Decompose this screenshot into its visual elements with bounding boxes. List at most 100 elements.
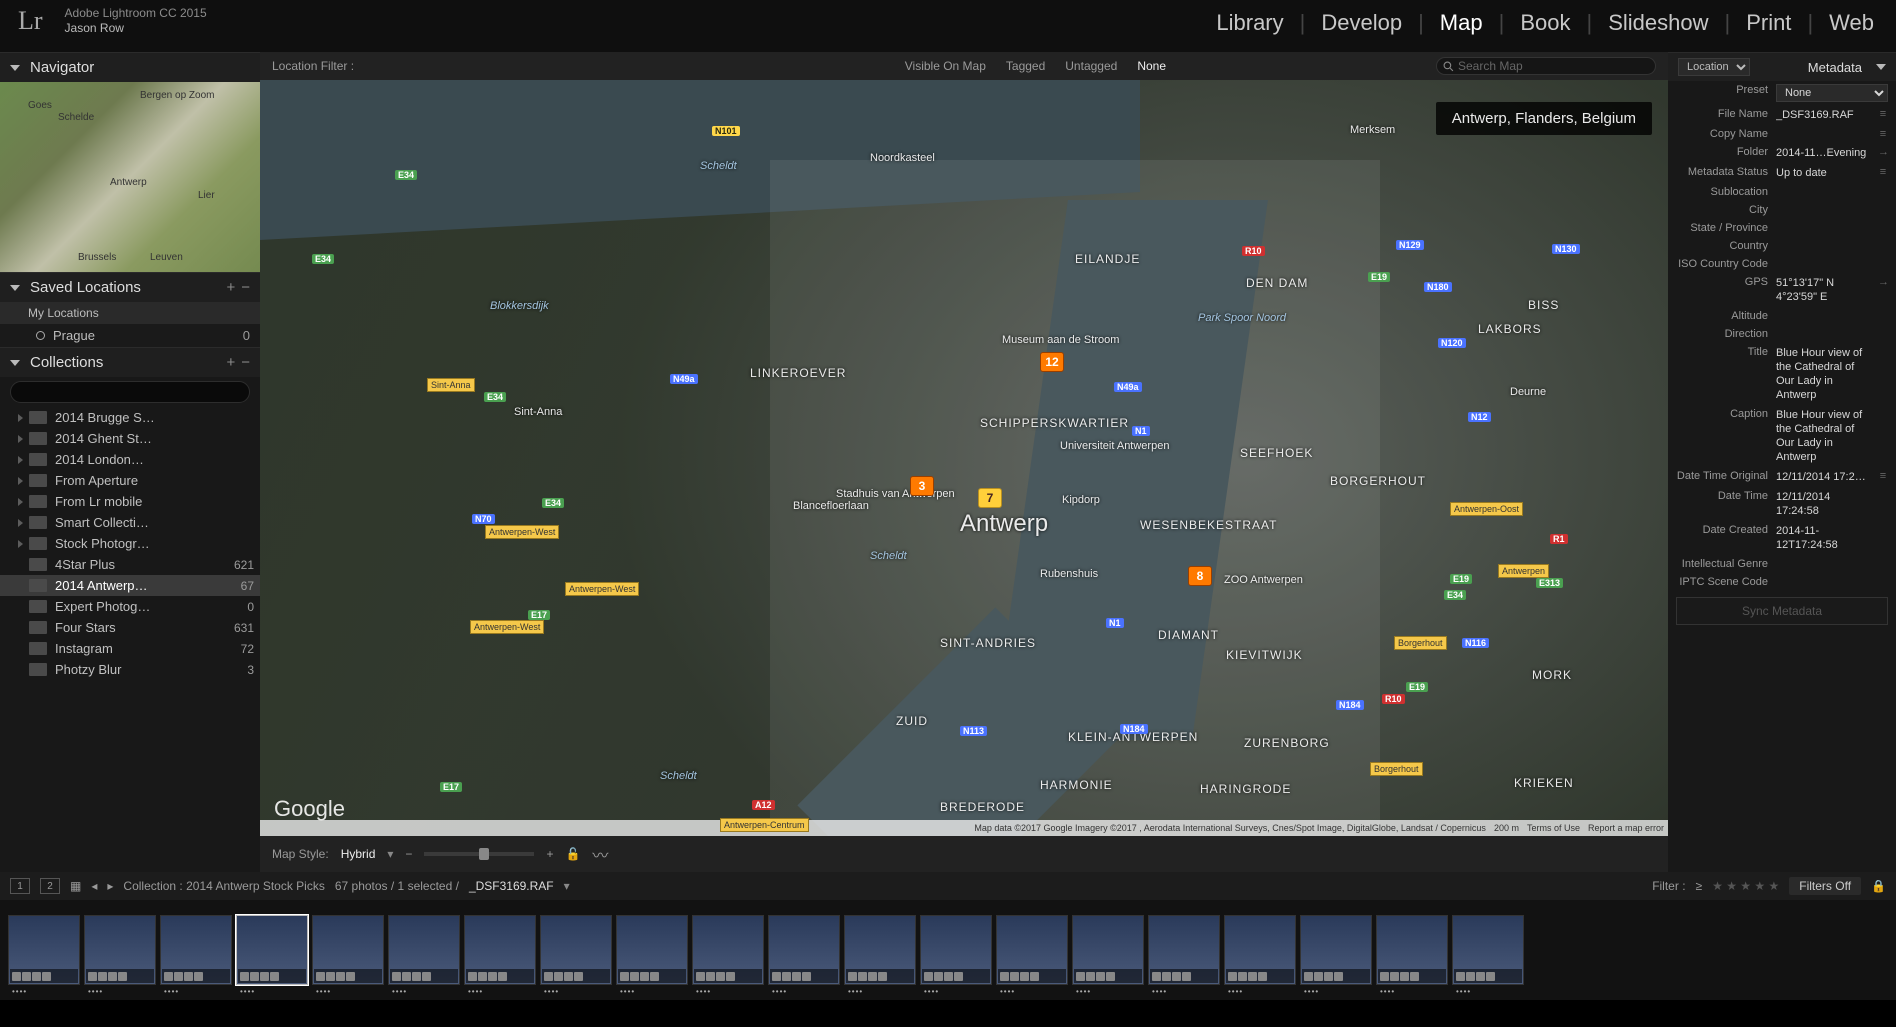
collection-row[interactable]: 2014 Antwerp…67	[0, 575, 260, 596]
photo-marker[interactable]: 8	[1188, 566, 1212, 586]
metadata-row[interactable]: Date Created2014-11-12T17:24:58	[1668, 521, 1896, 555]
metadata-value[interactable]: 12/11/2014 17:24:58	[1776, 490, 1874, 518]
metadata-row[interactable]: Date Time12/11/2014 17:24:58	[1668, 487, 1896, 521]
collection-row[interactable]: Smart Collecti…	[0, 512, 260, 533]
navigator-minimap[interactable]: Bergen op ZoomGoesScheldeAntwerpLierBrus…	[0, 82, 260, 272]
metadata-action-icon[interactable]: ≡	[1878, 470, 1888, 482]
module-map[interactable]: Map	[1436, 10, 1487, 36]
metadata-row[interactable]: Metadata StatusUp to date≡	[1668, 163, 1896, 183]
metadata-action-icon[interactable]: ≡	[1878, 128, 1888, 140]
location-dropdown[interactable]: Location	[1678, 58, 1750, 76]
filmstrip-thumb[interactable]: ••••	[1072, 915, 1144, 985]
filmstrip[interactable]: ••••••••••••••••••••••••••••••••••••••••…	[0, 900, 1896, 1000]
add-icon[interactable]: +	[226, 279, 235, 296]
filmstrip-thumb[interactable]: ••••	[236, 915, 308, 985]
photo-marker[interactable]: 7	[978, 488, 1002, 508]
map-canvas[interactable]: Antwerp, Flanders, Belgium Google Map da…	[260, 80, 1668, 836]
filmstrip-thumb[interactable]: ••••	[768, 915, 840, 985]
metadata-value[interactable]: _DSF3169.RAF	[1776, 108, 1874, 122]
filmstrip-thumb[interactable]: ••••	[844, 915, 916, 985]
saved-location-row[interactable]: Prague0	[0, 324, 260, 347]
grid-icon[interactable]: ▦	[70, 879, 81, 893]
filmstrip-thumb[interactable]: ••••	[996, 915, 1068, 985]
metadata-row[interactable]: Date Time Original12/11/2014 17:2…≡	[1668, 467, 1896, 487]
location-section-header[interactable]: Location Metadata	[1668, 52, 1896, 81]
module-book[interactable]: Book	[1516, 10, 1574, 36]
metadata-action-icon[interactable]: ≡	[1878, 166, 1888, 178]
metadata-row[interactable]: GPS51°13'17" N 4°23'59" E→	[1668, 273, 1896, 307]
filmstrip-thumb[interactable]: ••••	[692, 915, 764, 985]
collection-row[interactable]: From Lr mobile	[0, 491, 260, 512]
filmstrip-thumb[interactable]: ••••	[920, 915, 992, 985]
lock-icon[interactable]: 🔓	[565, 847, 580, 861]
filmstrip-thumb[interactable]: ••••	[540, 915, 612, 985]
next-icon[interactable]: ▸	[107, 879, 113, 893]
add-icon[interactable]: +	[226, 354, 235, 371]
collections-search[interactable]	[10, 381, 250, 403]
filmstrip-thumb[interactable]: ••••	[1148, 915, 1220, 985]
collection-row[interactable]: Instagram72	[0, 638, 260, 659]
monitor-1-button[interactable]: 1	[10, 878, 30, 894]
tracklog-icon[interactable]: 〰	[592, 842, 608, 866]
metadata-action-icon[interactable]: →	[1878, 146, 1888, 158]
filter-tag-untagged[interactable]: Untagged	[1065, 59, 1117, 73]
filters-off-select[interactable]: Filters Off	[1789, 877, 1861, 895]
collection-row[interactable]: Expert Photog…0	[0, 596, 260, 617]
module-library[interactable]: Library	[1212, 10, 1287, 36]
metadata-value[interactable]: 2014-11-12T17:24:58	[1776, 524, 1874, 552]
collection-row[interactable]: Stock Photogr…	[0, 533, 260, 554]
metadata-value[interactable]: 51°13'17" N 4°23'59" E	[1776, 276, 1874, 304]
filmstrip-thumb[interactable]: ••••	[312, 915, 384, 985]
metadata-value[interactable]: 2014-11…Evening	[1776, 146, 1874, 160]
collection-row[interactable]: 2014 London…	[0, 449, 260, 470]
collections-header[interactable]: Collections + −	[0, 347, 260, 377]
metadata-value[interactable]: Up to date	[1776, 166, 1874, 180]
map-report-link[interactable]: Report a map error	[1588, 823, 1664, 833]
photo-marker[interactable]: 12	[1040, 352, 1064, 372]
filmstrip-thumb[interactable]: ••••	[160, 915, 232, 985]
filmstrip-thumb[interactable]: ••••	[388, 915, 460, 985]
map-terms-link[interactable]: Terms of Use	[1527, 823, 1580, 833]
metadata-row[interactable]: Sublocation	[1668, 183, 1896, 201]
filmstrip-thumb[interactable]: ••••	[616, 915, 688, 985]
remove-icon[interactable]: −	[241, 354, 250, 371]
metadata-value[interactable]: 12/11/2014 17:2…	[1776, 470, 1874, 484]
map-style-value[interactable]: Hybrid	[341, 847, 376, 861]
filmstrip-filename[interactable]: _DSF3169.RAF	[469, 879, 554, 893]
collection-row[interactable]: Photzy Blur3	[0, 659, 260, 680]
map-search-input[interactable]: Search Map	[1436, 57, 1656, 75]
filmstrip-thumb[interactable]: ••••	[1224, 915, 1296, 985]
metadata-action-icon[interactable]: ≡	[1878, 108, 1888, 120]
sync-metadata-button[interactable]: Sync Metadata	[1676, 597, 1888, 625]
metadata-row[interactable]: City	[1668, 201, 1896, 219]
remove-icon[interactable]: −	[241, 279, 250, 296]
filmstrip-thumb[interactable]: ••••	[1300, 915, 1372, 985]
module-print[interactable]: Print	[1742, 10, 1795, 36]
metadata-value[interactable]: Blue Hour view of the Cathedral of Our L…	[1776, 408, 1874, 464]
metadata-row[interactable]: Folder2014-11…Evening→	[1668, 143, 1896, 163]
preset-select[interactable]: None	[1776, 84, 1888, 102]
metadata-row[interactable]: Copy Name≡	[1668, 125, 1896, 143]
saved-locations-header[interactable]: Saved Locations + −	[0, 272, 260, 302]
navigator-header[interactable]: Navigator	[0, 52, 260, 82]
zoom-out-button[interactable]: −	[405, 847, 412, 861]
module-web[interactable]: Web	[1825, 10, 1878, 36]
filmstrip-thumb[interactable]: ••••	[1452, 915, 1524, 985]
photo-marker[interactable]: 3	[910, 476, 934, 496]
filmstrip-thumb[interactable]: ••••	[84, 915, 156, 985]
collection-row[interactable]: 2014 Ghent St…	[0, 428, 260, 449]
lock-icon[interactable]: 🔒	[1871, 879, 1886, 893]
zoom-in-button[interactable]: +	[546, 847, 553, 861]
zoom-slider[interactable]	[424, 852, 534, 856]
flag-filter-icon[interactable]: ≥	[1696, 879, 1703, 893]
collection-row[interactable]: 4Star Plus621	[0, 554, 260, 575]
filter-tag-none[interactable]: None	[1137, 59, 1166, 73]
metadata-row[interactable]: Altitude	[1668, 307, 1896, 325]
metadata-row[interactable]: Country	[1668, 237, 1896, 255]
filter-tag-visible-on-map[interactable]: Visible On Map	[905, 59, 986, 73]
collection-row[interactable]: From Aperture	[0, 470, 260, 491]
module-develop[interactable]: Develop	[1317, 10, 1406, 36]
module-slideshow[interactable]: Slideshow	[1604, 10, 1712, 36]
filmstrip-thumb[interactable]: ••••	[1376, 915, 1448, 985]
metadata-row[interactable]: IPTC Scene Code	[1668, 573, 1896, 591]
